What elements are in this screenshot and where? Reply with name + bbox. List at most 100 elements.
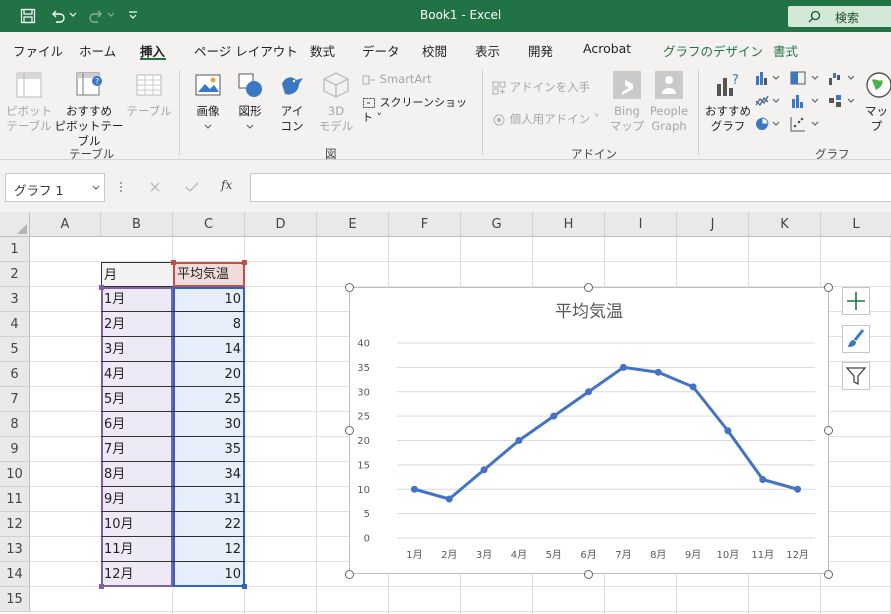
line-chart-icon[interactable]	[755, 93, 781, 109]
month-cell[interactable]: 9月	[101, 487, 173, 512]
column-header-b[interactable]: B	[101, 212, 173, 237]
month-cell[interactable]: 5月	[101, 387, 173, 412]
data-point[interactable]	[585, 388, 593, 396]
resize-handle[interactable]	[823, 282, 833, 292]
month-cell[interactable]: 8月	[101, 462, 173, 487]
resize-handle[interactable]	[344, 282, 354, 292]
line-chart[interactable]: 平均気温 0 5 10 15 20 25 30 35 40 1月 2月 3月 4月 5月 6月 7月 8月 9月…	[350, 288, 828, 573]
data-point[interactable]	[654, 368, 662, 376]
waterfall-chart-icon[interactable]	[828, 70, 858, 86]
month-cell[interactable]: 12月	[101, 562, 173, 587]
table-button[interactable]: テーブル	[126, 70, 172, 119]
data-point[interactable]	[410, 485, 418, 493]
row-header-10[interactable]: 10	[0, 462, 30, 487]
formula-input[interactable]	[250, 173, 891, 202]
temperature-cell[interactable]: 20	[173, 362, 245, 387]
tab-file[interactable]: ファイル	[13, 41, 63, 60]
enter-check-icon[interactable]	[185, 181, 199, 193]
month-cell[interactable]: 10月	[101, 512, 173, 537]
smartart-button[interactable]: SmartArt	[362, 72, 442, 87]
cancel-icon[interactable]	[149, 181, 161, 193]
undo-dropdown-icon[interactable]	[69, 12, 77, 18]
row-header-13[interactable]: 13	[0, 537, 30, 562]
chart-object[interactable]: 平均気温 0 5 10 15 20 25 30 35 40 1月 2月 3月 4月 5月 6月 7月 8月 9月…	[349, 287, 829, 574]
data-point[interactable]	[794, 485, 802, 493]
temperature-cell[interactable]: 30	[173, 412, 245, 437]
column-header-g[interactable]: G	[461, 212, 533, 237]
resize-handle[interactable]	[823, 425, 833, 435]
select-all-corner[interactable]	[0, 212, 30, 237]
temperature-cell[interactable]: 14	[173, 337, 245, 362]
redo-dropdown-icon[interactable]	[107, 12, 115, 18]
range-handle[interactable]	[242, 584, 247, 589]
chart-filters-button[interactable]	[842, 362, 870, 390]
row-header-7[interactable]: 7	[0, 387, 30, 412]
tab-review[interactable]: 校閲	[422, 41, 447, 60]
range-handle[interactable]	[99, 584, 104, 589]
undo-icon[interactable]	[50, 8, 66, 24]
tab-home[interactable]: ホーム	[79, 41, 116, 60]
temperature-cell[interactable]: 22	[173, 512, 245, 537]
column-header-l[interactable]: L	[821, 212, 891, 237]
column-chart-icon[interactable]	[755, 70, 781, 86]
row-header-2[interactable]: 2	[0, 262, 30, 287]
row-header-12[interactable]: 12	[0, 512, 30, 537]
shapes-button[interactable]: 図形	[232, 70, 268, 134]
search-box[interactable]: 検索	[788, 6, 891, 27]
pie-chart-icon[interactable]	[755, 116, 781, 132]
temperature-cell[interactable]: 31	[173, 487, 245, 512]
row-header-15[interactable]: 15	[0, 587, 30, 612]
row-header-14[interactable]: 14	[0, 562, 30, 587]
tab-format[interactable]: 書式	[773, 41, 798, 60]
column-header-d[interactable]: D	[245, 212, 317, 237]
combo-chart-icon[interactable]	[828, 93, 858, 109]
redo-icon[interactable]	[88, 8, 104, 24]
column-header-i[interactable]: I	[605, 212, 677, 237]
temperature-cell[interactable]: 12	[173, 537, 245, 562]
chart-series[interactable]	[410, 363, 802, 503]
month-cell[interactable]: 7月	[101, 437, 173, 462]
temperature-cell[interactable]: 10	[173, 287, 245, 312]
range-handle[interactable]	[99, 285, 104, 290]
name-box[interactable]: グラフ 1	[5, 173, 105, 202]
chart-styles-button[interactable]	[842, 325, 870, 353]
resize-handle[interactable]	[823, 569, 833, 579]
pivot-table-button[interactable]: ピボット テーブル	[6, 70, 52, 134]
bing-maps-button[interactable]: Bing マップ	[608, 70, 646, 134]
get-addins-button[interactable]: アドインを入手	[492, 80, 592, 95]
resize-handle[interactable]	[583, 569, 593, 579]
month-cell[interactable]: 4月	[101, 362, 173, 387]
column-header-e[interactable]: E	[317, 212, 389, 237]
resize-handle[interactable]	[583, 282, 593, 292]
column-header-f[interactable]: F	[389, 212, 461, 237]
range-handle[interactable]	[171, 260, 176, 265]
save-icon[interactable]	[20, 8, 36, 24]
row-header-6[interactable]: 6	[0, 362, 30, 387]
data-point[interactable]	[759, 476, 767, 483]
tab-acrobat[interactable]: Acrobat	[583, 41, 631, 56]
tab-formulas[interactable]: 数式	[310, 41, 335, 60]
tab-page-layout[interactable]: ページ レイアウト	[194, 41, 298, 60]
tab-view[interactable]: 表示	[475, 41, 500, 60]
icons-button[interactable]: アイ コン	[274, 70, 310, 134]
header-cell-c2[interactable]: 平均気温	[173, 262, 245, 287]
column-header-k[interactable]: K	[749, 212, 821, 237]
row-header-1[interactable]: 1	[0, 237, 30, 262]
data-point[interactable]	[515, 437, 523, 444]
data-point[interactable]	[480, 466, 488, 474]
temperature-cell[interactable]: 8	[173, 312, 245, 337]
row-header-4[interactable]: 4	[0, 312, 30, 337]
scatter-chart-icon[interactable]	[790, 116, 820, 132]
my-addins-button[interactable]: 個人用アドイン ˅	[492, 112, 604, 127]
screenshot-button[interactable]: スクリーンショット ˅	[362, 95, 472, 125]
series-line[interactable]	[414, 365, 798, 501]
month-cell[interactable]: 1月	[101, 287, 173, 312]
data-point[interactable]	[445, 495, 453, 503]
temperature-cell[interactable]: 34	[173, 462, 245, 487]
insert-function-icon[interactable]: fx	[221, 178, 232, 192]
chart-elements-button[interactable]	[842, 287, 870, 315]
month-cell[interactable]: 11月	[101, 537, 173, 562]
column-header-j[interactable]: J	[677, 212, 749, 237]
row-header-8[interactable]: 8	[0, 412, 30, 437]
column-header-h[interactable]: H	[533, 212, 605, 237]
